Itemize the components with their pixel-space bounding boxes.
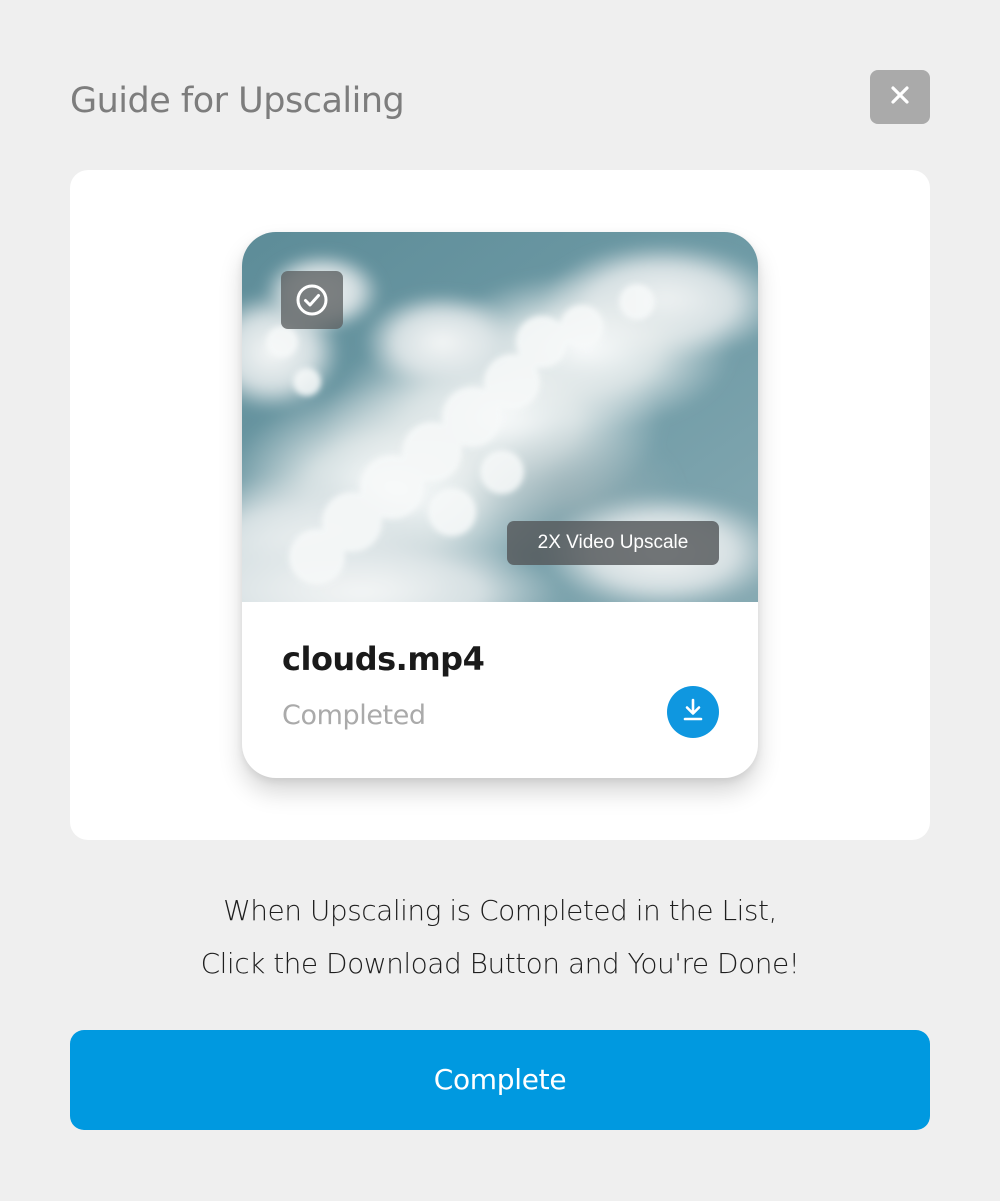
instructions: When Upscaling is Completed in the List,… [0,884,1000,990]
instruction-line-2: Click the Download Button and You're Don… [200,947,800,980]
select-badge[interactable] [281,271,343,329]
file-name: clouds.mp4 [282,640,485,678]
clouds-image: 2X Video Upscale [242,232,758,602]
file-status: Completed [282,700,426,731]
preview-panel: 2X Video Upscale clouds.mp4 Completed [70,170,930,840]
download-icon [680,697,706,727]
close-icon [890,85,910,109]
complete-button[interactable]: Complete [70,1030,930,1130]
check-circle-icon [295,283,329,317]
dialog-title: Guide for Upscaling [70,81,405,121]
upscale-badge: 2X Video Upscale [507,521,719,565]
instruction-line-1: When Upscaling is Completed in the List, [223,894,777,927]
download-button[interactable] [667,686,719,738]
video-card: 2X Video Upscale clouds.mp4 Completed [242,232,758,778]
close-button[interactable] [870,70,930,124]
